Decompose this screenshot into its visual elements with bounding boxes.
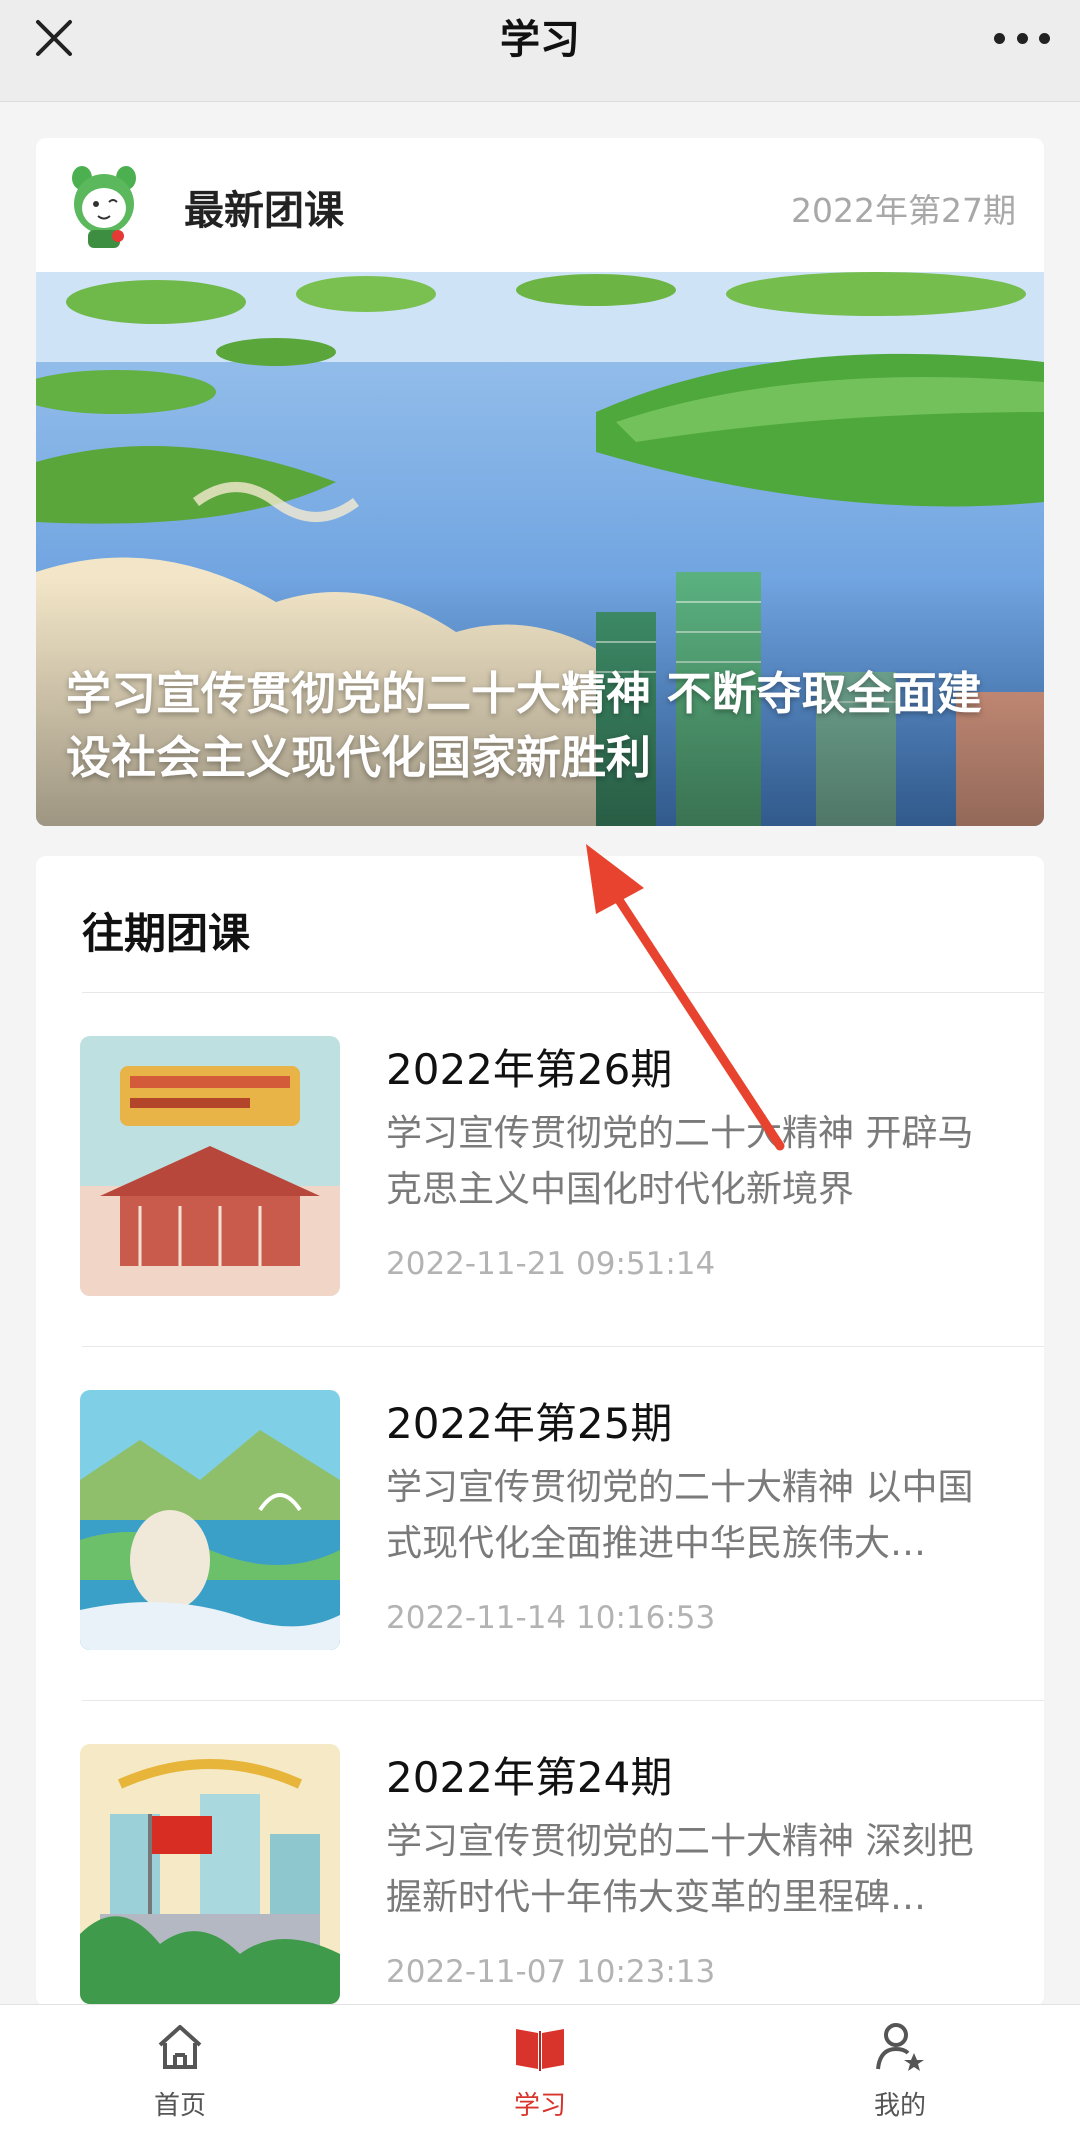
- lesson-thumbnail: [80, 1390, 340, 1650]
- past-lessons-title: 往期团课: [82, 909, 251, 958]
- close-icon[interactable]: [30, 14, 78, 62]
- bottom-tab-bar: 首页 学习 我的: [0, 2004, 1080, 2131]
- list-item[interactable]: 2022年第24期 学习宣传贯彻党的二十大精神 深刻把握新时代十年伟大变革的里程…: [36, 1700, 1044, 2006]
- top-navigation-bar: 学习: [0, 0, 1080, 102]
- lesson-title: 2022年第24期: [386, 1753, 673, 1802]
- more-options-icon[interactable]: [994, 20, 1050, 56]
- lesson-date: 2022-11-21 09:51:14: [386, 1246, 716, 1282]
- home-icon: [158, 2025, 202, 2069]
- latest-lesson-card[interactable]: 最新团课 2022年第27期 学习宣传贯彻党的二十大精神 不断夺取全面建设社会主…: [36, 138, 1044, 826]
- tab-home-label: 首页: [153, 2091, 206, 2121]
- latest-lesson-header: 最新团课 2022年第27期: [36, 138, 1044, 272]
- tab-home[interactable]: 首页: [110, 2019, 250, 2129]
- latest-lesson-issue: 2022年第27期: [791, 191, 1016, 230]
- tab-profile-label: 我的: [873, 2091, 926, 2121]
- lesson-description: 学习宣传贯彻党的二十大精神 以中国式现代化全面推进中华民族伟大…: [386, 1467, 974, 1564]
- latest-lesson-caption: 学习宣传贯彻党的二十大精神 不断夺取全面建设社会主义现代化国家新胜利: [66, 667, 982, 784]
- tab-study-label: 学习: [513, 2091, 566, 2121]
- page-title: 学习: [500, 16, 580, 63]
- list-item[interactable]: 2022年第26期 学习宣传贯彻党的二十大精神 开辟马克思主义中国化时代化新境界…: [36, 992, 1044, 1346]
- book-icon: [516, 2029, 564, 2071]
- lesson-thumbnail: [80, 1744, 340, 2004]
- annotation-arrow-icon: [586, 844, 785, 1151]
- lesson-thumbnail: [80, 1036, 340, 1296]
- tab-study[interactable]: 学习: [470, 2019, 610, 2129]
- list-item[interactable]: 2022年第25期 学习宣传贯彻党的二十大精神 以中国式现代化全面推进中华民族伟…: [36, 1346, 1044, 1700]
- tab-profile[interactable]: 我的: [830, 2019, 970, 2129]
- lesson-date: 2022-11-14 10:16:53: [386, 1600, 716, 1636]
- lesson-date: 2022-11-07 10:23:13: [386, 1954, 716, 1990]
- lesson-title: 2022年第25期: [386, 1399, 673, 1448]
- latest-lesson-banner[interactable]: 学习宣传贯彻党的二十大精神 不断夺取全面建设社会主义现代化国家新胜利: [36, 272, 1044, 826]
- profile-icon: [876, 2023, 924, 2071]
- latest-lesson-label: 最新团课: [184, 188, 344, 234]
- lesson-description: 学习宣传贯彻党的二十大精神 深刻把握新时代十年伟大变革的里程碑…: [386, 1821, 974, 1918]
- mascot-logo: [72, 166, 136, 248]
- past-lessons-section: 往期团课 2022年第26期 学习宣传贯彻党的二十大精神 开辟马克思主义中国化时…: [36, 856, 1044, 2006]
